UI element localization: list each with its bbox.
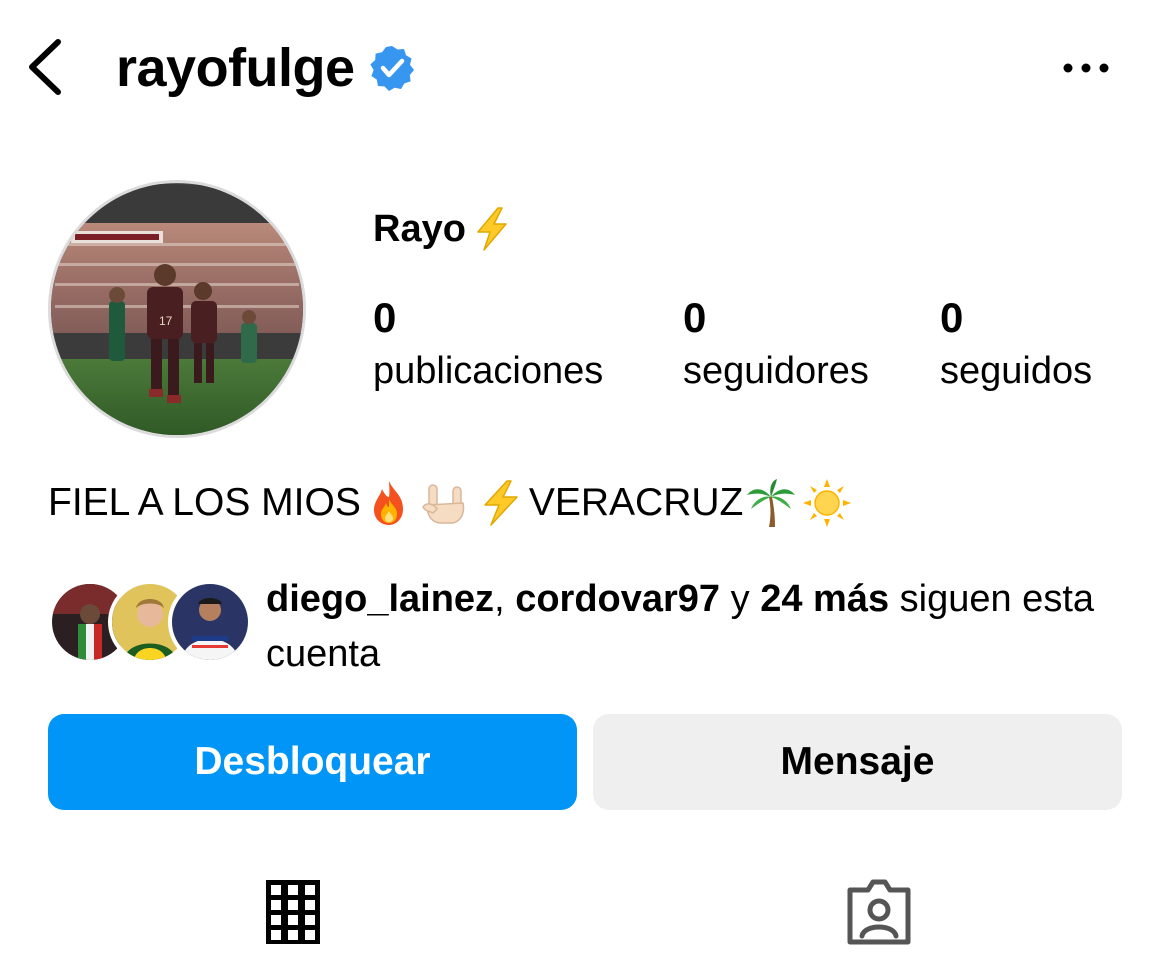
message-button[interactable]: Mensaje bbox=[593, 714, 1122, 810]
display-name-text: Rayo bbox=[373, 207, 466, 250]
bio-text-2: VERACRUZ bbox=[528, 481, 744, 524]
stat-followers[interactable]: 0 seguidores bbox=[683, 292, 869, 398]
palm-tree-icon bbox=[747, 479, 796, 527]
bio: FIEL A LOS MIOS VERACRUZ bbox=[48, 474, 855, 532]
profile-header-title: rayofulge bbox=[116, 36, 417, 100]
unblock-button[interactable]: Desbloquear bbox=[48, 714, 577, 810]
grid-icon bbox=[266, 880, 320, 944]
follower-more-count[interactable]: 24 más bbox=[760, 578, 889, 620]
stat-followers-label: seguidores bbox=[683, 350, 869, 392]
more-options-button[interactable] bbox=[1056, 52, 1116, 84]
stat-following-label: seguidos bbox=[940, 350, 1093, 392]
chevron-left-icon bbox=[29, 39, 61, 95]
stat-posts-count: 0 bbox=[373, 294, 397, 341]
follower-username-2[interactable]: cordovar97 bbox=[515, 578, 720, 620]
followed-by-row[interactable]: diego_lainez, cordovar97 y 24 más siguen… bbox=[48, 572, 1128, 682]
follower-username-1[interactable]: diego_lainez bbox=[266, 578, 494, 620]
connector-text: y bbox=[720, 578, 761, 620]
stat-posts-label: publicaciones bbox=[373, 350, 604, 392]
fire-icon bbox=[373, 481, 403, 525]
stat-following[interactable]: 0 seguidos bbox=[940, 292, 1092, 398]
follower-avatar-3 bbox=[168, 580, 252, 664]
bio-text-1: FIEL A LOS MIOS bbox=[48, 481, 361, 524]
lightning-icon bbox=[484, 480, 518, 526]
tab-posts-grid[interactable] bbox=[264, 876, 322, 946]
stat-followers-count: 0 bbox=[683, 294, 707, 341]
tab-tagged[interactable] bbox=[844, 876, 914, 946]
avatar-photo: 17 bbox=[51, 183, 303, 435]
sun-icon bbox=[803, 479, 852, 527]
sign-of-horns-icon bbox=[421, 484, 465, 524]
stat-following-count: 0 bbox=[940, 294, 964, 341]
profile-page: rayofulge 17 Rayo 0 publicaciones 0 segu… bbox=[0, 0, 1170, 970]
verified-badge-icon bbox=[369, 46, 414, 91]
profile-avatar[interactable]: 17 bbox=[48, 180, 306, 438]
display-name: Rayo bbox=[373, 206, 512, 252]
lightning-icon bbox=[477, 207, 507, 251]
username-title: rayofulge bbox=[116, 38, 355, 98]
followed-by-text: diego_lainez, cordovar97 y 24 más siguen… bbox=[266, 572, 1126, 682]
svg-text:17: 17 bbox=[159, 314, 173, 328]
tagged-person-icon bbox=[847, 879, 911, 945]
back-button[interactable] bbox=[22, 36, 70, 98]
separator-text: , bbox=[494, 578, 516, 620]
ellipsis-icon bbox=[1063, 63, 1109, 73]
stat-posts[interactable]: 0 publicaciones bbox=[373, 292, 603, 398]
